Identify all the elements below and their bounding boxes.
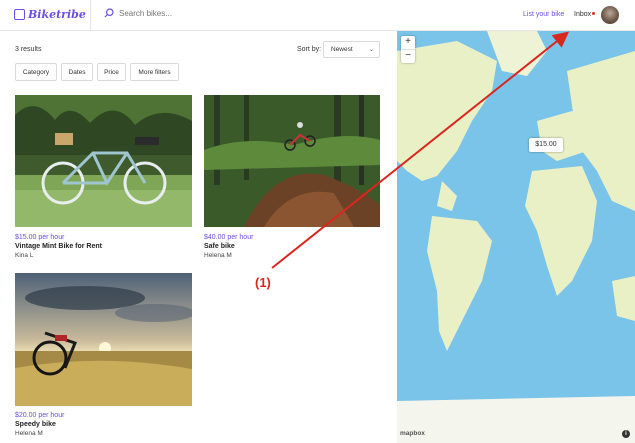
annotation-label: (1)	[255, 275, 271, 290]
annotation-arrow	[271, 31, 570, 269]
